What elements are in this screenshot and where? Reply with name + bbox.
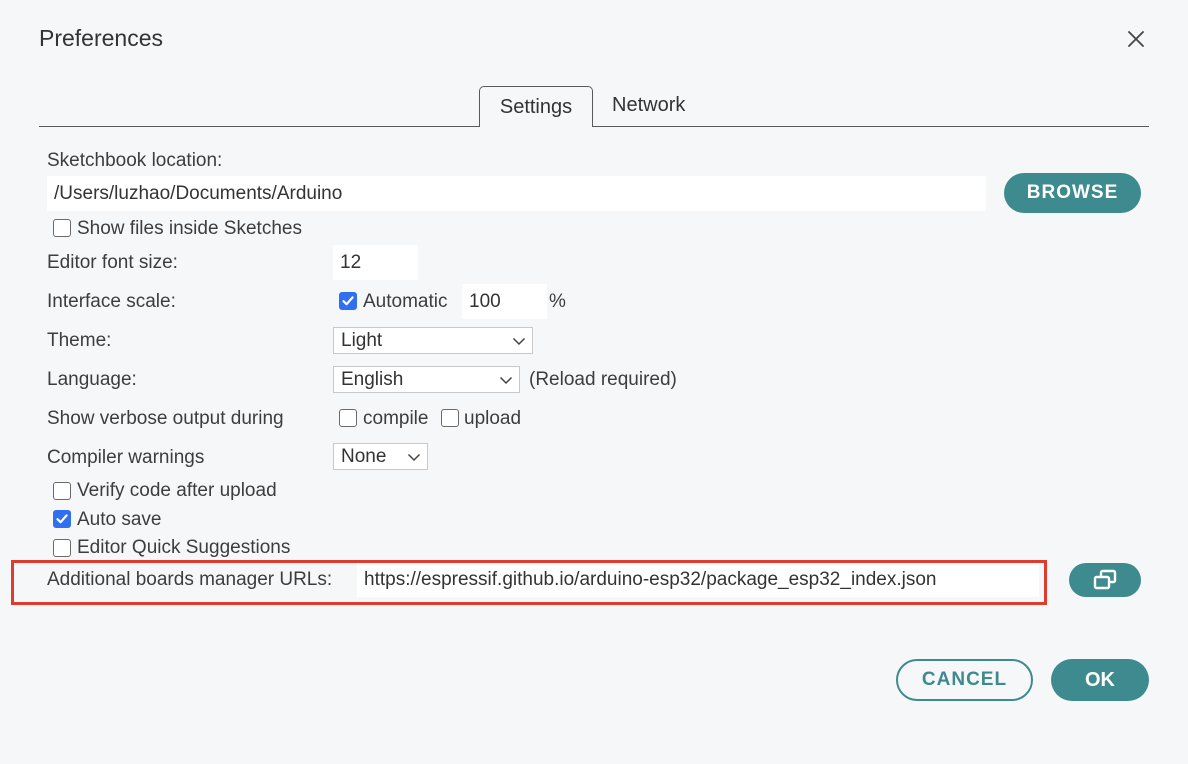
language-select[interactable]: English	[333, 366, 520, 393]
boards-url-label: Additional boards manager URLs:	[47, 569, 333, 590]
compiler-warnings-select[interactable]: None	[333, 443, 428, 470]
interface-scale-label: Interface scale:	[47, 291, 176, 312]
sketchbook-location-label: Sketchbook location:	[47, 150, 223, 171]
percent-unit: %	[549, 291, 566, 312]
tab-settings[interactable]: Settings	[479, 86, 593, 127]
quick-suggestions-label: Editor Quick Suggestions	[77, 537, 291, 558]
compile-label: compile	[363, 408, 429, 429]
sketchbook-location-input[interactable]: /Users/luzhao/Documents/Arduino	[47, 176, 986, 211]
verbose-output-label: Show verbose output during	[47, 408, 284, 429]
dialog-title: Preferences	[39, 25, 164, 51]
theme-label: Theme:	[47, 330, 112, 351]
verify-code-label: Verify code after upload	[77, 480, 277, 501]
tab-divider	[39, 126, 1149, 127]
language-label: Language:	[47, 369, 137, 390]
chevron-down-icon	[499, 376, 513, 385]
scale-percent-input[interactable]: 100	[462, 284, 547, 319]
cancel-button[interactable]: CANCEL	[896, 659, 1033, 701]
reload-required-note: (Reload required)	[529, 369, 677, 390]
expand-urls-button[interactable]	[1069, 563, 1141, 597]
automatic-checkbox[interactable]	[339, 292, 357, 310]
theme-select[interactable]: Light	[333, 327, 533, 354]
show-files-label: Show files inside Sketches	[77, 218, 302, 239]
show-files-checkbox[interactable]	[53, 219, 71, 237]
open-window-icon	[1093, 569, 1117, 590]
upload-checkbox[interactable]	[441, 409, 459, 427]
compiler-warnings-selected-value: None	[341, 445, 387, 467]
compile-checkbox[interactable]	[339, 409, 357, 427]
verify-code-checkbox[interactable]	[53, 482, 71, 500]
compiler-warnings-label: Compiler warnings	[47, 447, 205, 468]
boards-url-input[interactable]: https://espressif.github.io/arduino-esp3…	[357, 563, 1039, 597]
chevron-down-icon	[407, 453, 421, 462]
font-size-label: Editor font size:	[47, 252, 178, 273]
upload-label: upload	[464, 408, 522, 429]
quick-suggestions-checkbox[interactable]	[53, 539, 71, 557]
auto-save-checkbox[interactable]	[53, 510, 71, 528]
chevron-down-icon	[512, 337, 526, 346]
auto-save-label: Auto save	[77, 509, 162, 530]
font-size-input[interactable]: 12	[333, 245, 418, 280]
theme-selected-value: Light	[341, 329, 383, 351]
automatic-label: Automatic	[363, 291, 448, 312]
ok-button[interactable]: OK	[1051, 659, 1149, 701]
tab-network[interactable]: Network	[612, 94, 685, 117]
browse-button[interactable]: BROWSE	[1004, 173, 1141, 213]
language-selected-value: English	[341, 368, 404, 390]
close-icon[interactable]	[1124, 27, 1148, 51]
